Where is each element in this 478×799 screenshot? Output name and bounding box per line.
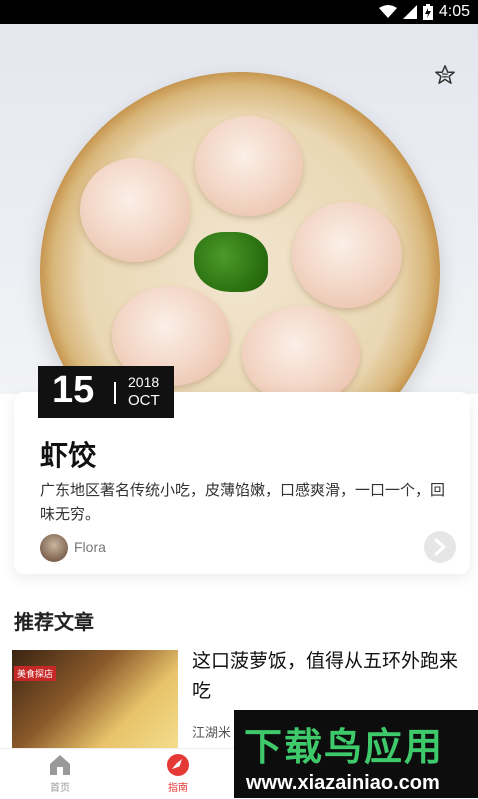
- home-icon: [50, 755, 70, 775]
- date-month: OCT: [128, 392, 160, 409]
- tab-guide-label: 指南: [168, 783, 188, 794]
- tab-home-label: 首页: [50, 783, 70, 794]
- dumpling: [242, 306, 360, 394]
- signal-icon: [402, 5, 417, 19]
- bookmark-star-icon[interactable]: [434, 64, 456, 86]
- tab-guide[interactable]: 指南: [148, 753, 208, 794]
- broccoli-garnish: [194, 232, 268, 292]
- status-bar: 4:05: [0, 0, 478, 24]
- hero-image[interactable]: [0, 24, 478, 394]
- status-icons: 4:05: [378, 3, 470, 21]
- watermark-url: www.xiazainiao.com: [246, 772, 440, 794]
- tab-home[interactable]: 首页: [30, 753, 90, 794]
- dumpling: [80, 158, 190, 262]
- section-title: 推荐文章: [14, 610, 94, 634]
- card-title: 虾饺: [40, 439, 97, 472]
- watermark-banner: 下载鸟应用 www.xiazainiao.com: [234, 710, 478, 798]
- watermark-title: 下载鸟应用: [244, 725, 445, 769]
- next-button[interactable]: [424, 531, 456, 563]
- dumpling: [292, 202, 402, 308]
- card-description: 广东地区著名传统小吃，皮薄馅嫩，口感爽滑，一口一个，回味无穷。: [40, 481, 446, 523]
- article-tag: 美食探店: [14, 666, 57, 681]
- date-badge: 15 2018 OCT: [38, 366, 174, 418]
- date-divider: [114, 382, 116, 404]
- date-year: 2018: [128, 374, 160, 390]
- status-time: 4:05: [438, 3, 470, 20]
- compass-icon: [167, 754, 189, 776]
- chevron-right-icon: [434, 538, 446, 556]
- article-thumbnail[interactable]: 美食探店: [12, 650, 178, 748]
- wifi-icon: [378, 5, 397, 18]
- author-name[interactable]: Flora: [74, 539, 106, 555]
- date-day: 15: [52, 369, 95, 411]
- battery-icon: [422, 4, 433, 20]
- author-avatar[interactable]: [40, 534, 68, 562]
- article-title[interactable]: 这口菠萝饭，值得从五环外跑来吃: [192, 646, 462, 706]
- dumpling: [195, 116, 303, 216]
- article-source: 江湖米: [192, 726, 232, 741]
